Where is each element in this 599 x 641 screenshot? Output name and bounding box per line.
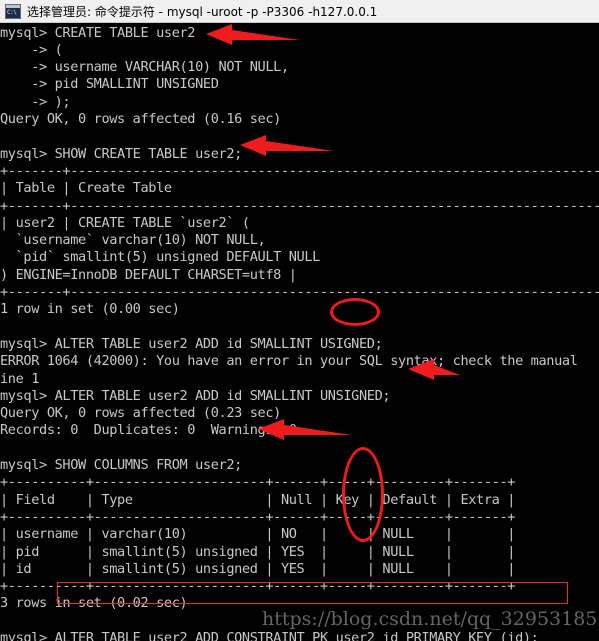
terminal-line: ) ENGINE=InnoDB DEFAULT CHARSET=utf8 | xyxy=(0,266,297,283)
terminal-line: mysql> ALTER TABLE user2 ADD id SMALLINT… xyxy=(0,387,391,404)
terminal-line: 1 row in set (0.00 sec) xyxy=(0,301,180,318)
console-icon-glyph: C:\ xyxy=(7,8,17,16)
terminal-line: mysql> CREATE TABLE user2 xyxy=(0,24,196,41)
terminal-line: 3 rows in set (0.02 sec) xyxy=(0,595,188,612)
terminal-line: +-------+-------------------------------… xyxy=(0,162,599,179)
terminal-line: +-------+-------------------------------… xyxy=(0,284,599,300)
terminal-line: +----------+----------------------+-----… xyxy=(0,508,516,525)
terminal-line: mysql> SHOW COLUMNS FROM user2; xyxy=(0,457,242,473)
terminal-line: mysql> SHOW CREATE TABLE user2; xyxy=(0,145,242,162)
terminal-line: `username` varchar(10) NOT NULL, xyxy=(0,232,266,249)
terminal-line: `pid` smallint(5) unsigned DEFAULT NULL xyxy=(0,249,321,266)
terminal-output[interactable]: mysql> CREATE TABLE user2 -> ( -> userna… xyxy=(0,23,599,641)
terminal-line: mysql> ALTER TABLE user2 ADD id SMALLINT… xyxy=(0,335,383,352)
terminal-line: mysql> ALTER TABLE user2 ADD CONSTRAINT … xyxy=(0,630,539,641)
terminal-line: ERROR 1064 (42000): You have an error in… xyxy=(0,353,578,370)
terminal-line: | username | varchar(10) | NO | | NULL |… xyxy=(0,526,516,543)
terminal-line: -> ); xyxy=(0,93,71,110)
window-title: 选择管理员: 命令提示符 - mysql -uroot -p -P3306 -h… xyxy=(27,4,378,19)
terminal-line: | Table | Create Table xyxy=(0,180,172,197)
terminal-line: | pid | smallint(5) unsigned | YES | | N… xyxy=(0,543,516,560)
terminal-line: | user2 | CREATE TABLE `user2` ( xyxy=(0,214,250,231)
terminal-line: -> ( xyxy=(0,41,63,58)
terminal-line: Query OK, 0 rows affected (0.23 sec) xyxy=(0,405,281,422)
terminal-line: | id | smallint(5) unsigned | YES | | NU… xyxy=(0,560,516,577)
terminal-line: -> pid SMALLINT UNSIGNED xyxy=(0,76,219,93)
console-window-icon: C:\ xyxy=(5,3,21,19)
terminal-line: +----------+----------------------+-----… xyxy=(0,474,516,491)
title-bar[interactable]: C:\ 选择管理员: 命令提示符 - mysql -uroot -p -P330… xyxy=(0,0,599,23)
terminal-line: ine 1 xyxy=(0,370,40,387)
terminal-line: +-------+-------------------------------… xyxy=(0,197,599,214)
terminal-line: Records: 0 Duplicates: 0 Warnings: 0 xyxy=(0,422,297,439)
terminal-line: | Field | Type | Null | Key | Default | … xyxy=(0,491,516,508)
console-window: C:\ 选择管理员: 命令提示符 - mysql -uroot -p -P330… xyxy=(0,0,599,641)
terminal-line: Query OK, 0 rows affected (0.16 sec) xyxy=(0,111,281,127)
terminal-line: +----------+----------------------+-----… xyxy=(0,578,516,595)
terminal-line: -> username VARCHAR(10) NOT NULL, xyxy=(0,59,289,76)
